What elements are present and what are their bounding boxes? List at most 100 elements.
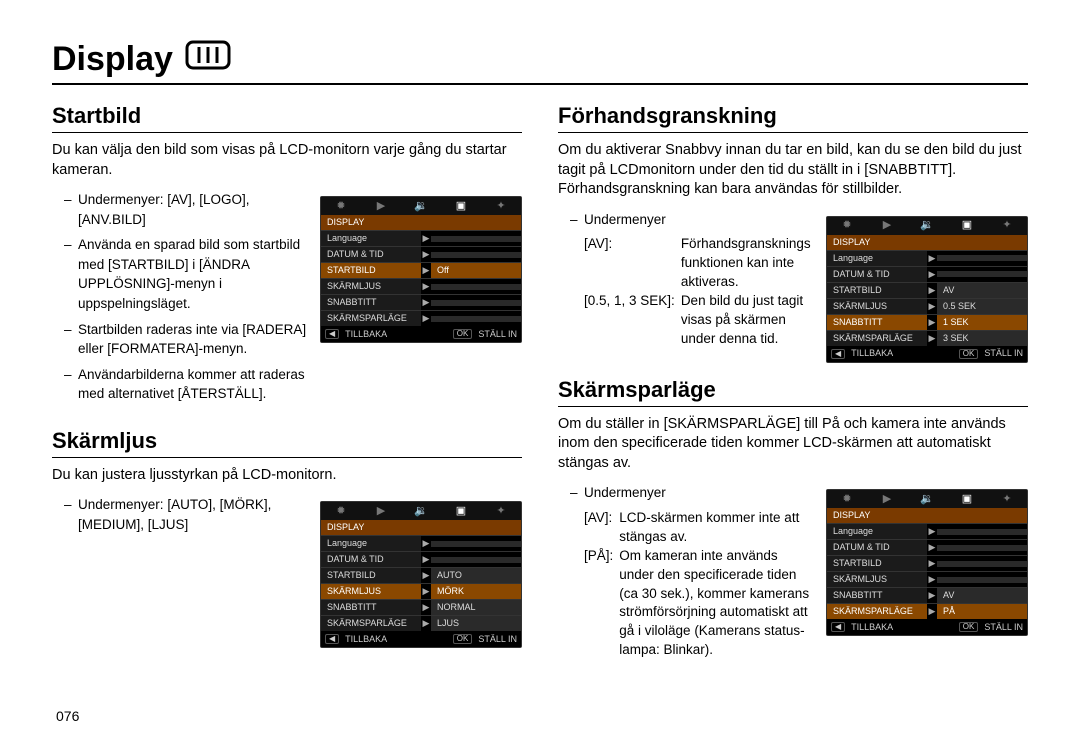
list-item: Undermenyer: [AUTO], [MÖRK], [MEDIUM], [… <box>64 495 308 534</box>
title-rule <box>52 83 1028 85</box>
chevron-right-icon: ▶ <box>421 266 431 275</box>
skarmljus-content: Undermenyer: [AUTO], [MÖRK], [MEDIUM], [… <box>52 495 522 648</box>
menu-label: STARTBILD <box>827 283 927 298</box>
chevron-right-icon: ▶ <box>927 270 937 279</box>
menu-row: STARTBILD▶Off <box>321 262 521 278</box>
tab-icon: ▶ <box>867 220 907 231</box>
menu-label: DATUM & TID <box>321 247 421 262</box>
menu-header: DISPLAY <box>321 520 521 535</box>
menu-label: DATUM & TID <box>827 267 927 282</box>
definition-list: [AV]:Förhandsgransknings funktionen kan … <box>584 235 814 348</box>
ok-key-icon: OK <box>959 349 979 359</box>
menu-label: SKÄRMLJUS <box>321 584 421 599</box>
tab-icon: ▣ <box>441 201 481 212</box>
def-key: [AV]: <box>584 235 675 292</box>
back-label: TILLBAKA <box>851 623 893 632</box>
menu-row: DATUM & TID▶ <box>827 539 1027 555</box>
menu-value: 1 SEK <box>937 315 1027 330</box>
menu-label: SNABBTITT <box>321 295 421 310</box>
menu-label: SKÄRMSPARLÄGE <box>827 604 927 619</box>
tab-icon: ▣ <box>441 506 481 517</box>
ok-key-icon: OK <box>959 622 979 632</box>
chevron-right-icon: ▶ <box>421 603 431 612</box>
tab-icon: ✹ <box>827 494 867 505</box>
menu-row: DATUM & TID▶ <box>321 551 521 567</box>
menu-label: STARTBILD <box>827 556 927 571</box>
chevron-right-icon: ▶ <box>927 318 937 327</box>
menu-row: Language▶ <box>827 250 1027 266</box>
right-column: Förhandsgranskning Om du aktiverar Snabb… <box>558 97 1028 660</box>
menu-label: SKÄRMLJUS <box>827 572 927 587</box>
chevron-right-icon: ▶ <box>421 555 431 564</box>
menu-value <box>937 545 1027 551</box>
menu-row: SNABBTITT▶NORMAL <box>321 599 521 615</box>
menu-row: SKÄRMSPARLÄGE▶3 SEK <box>827 330 1027 346</box>
chevron-right-icon: ▶ <box>927 543 937 552</box>
menu-label: STARTBILD <box>321 263 421 278</box>
menu-value: MÖRK <box>431 584 521 599</box>
menu-header: DISPLAY <box>321 215 521 230</box>
back-key-icon: ◀ <box>831 349 845 359</box>
menu-label: SKÄRMSPARLÄGE <box>321 616 421 631</box>
menu-row: SNABBTITT▶1 SEK <box>827 314 1027 330</box>
menu-label: Language <box>321 231 421 246</box>
menu-label: Language <box>827 251 927 266</box>
tab-icon: 🔉 <box>401 506 441 517</box>
menu-row: STARTBILD▶ <box>827 555 1027 571</box>
menu-footer: ◀TILLBAKAOKSTÄLL IN <box>827 346 1027 362</box>
skarmljus-text: Undermenyer: [AUTO], [MÖRK], [MEDIUM], [… <box>52 495 308 540</box>
menu-row: SKÄRMLJUS▶ <box>321 278 521 294</box>
menu-label: SKÄRMLJUS <box>827 299 927 314</box>
tab-icon: 🔉 <box>401 201 441 212</box>
page-number: 076 <box>56 708 79 724</box>
tab-icon: ▣ <box>947 220 987 231</box>
tab-icon: ▣ <box>947 494 987 505</box>
menu-label: STARTBILD <box>321 568 421 583</box>
menu-value <box>937 561 1027 567</box>
list-item: Användarbilderna kommer att raderas med … <box>64 365 308 404</box>
tab-icon: ✦ <box>987 220 1027 231</box>
def-value: Den bild du just tagit visas på skärmen … <box>681 292 814 349</box>
menu-value: AV <box>937 283 1027 298</box>
menu-value: PÅ <box>937 604 1027 619</box>
chevron-right-icon: ▶ <box>927 286 937 295</box>
def-value: LCD-skärmen kommer inte att stängas av. <box>619 509 814 547</box>
menu-row: SKÄRMLJUS▶0.5 SEK <box>827 298 1027 314</box>
list-item: Startbilden raderas inte via [RADERA] el… <box>64 320 308 359</box>
chevron-right-icon: ▶ <box>421 619 431 628</box>
list-item: Använda en sparad bild som startbild med… <box>64 235 308 313</box>
menu-screenshot-skarmspar: ✹▶🔉▣✦DISPLAYLanguage▶DATUM & TID▶STARTBI… <box>826 489 1028 636</box>
ok-label: STÄLL IN <box>984 623 1023 632</box>
tab-icon: ✹ <box>321 506 361 517</box>
chevron-right-icon: ▶ <box>927 559 937 568</box>
menu-value: Off <box>431 263 521 278</box>
chevron-right-icon: ▶ <box>927 527 937 536</box>
bullet-list: Undermenyer <box>570 210 814 230</box>
menu-row: SKÄRMLJUS▶MÖRK <box>321 583 521 599</box>
tab-icon: 🔉 <box>907 220 947 231</box>
chevron-right-icon: ▶ <box>421 314 431 323</box>
menu-row: Language▶ <box>321 535 521 551</box>
display-icon <box>185 40 231 79</box>
startbild-text: Undermenyer: [AV], [LOGO], [ANV.BILD] Anv… <box>52 190 308 410</box>
menu-row: SNABBTITT▶ <box>321 294 521 310</box>
heading-skarmljus: Skärmljus <box>52 428 522 454</box>
menu-row: SKÄRMSPARLÄGE▶LJUS <box>321 615 521 631</box>
chevron-right-icon: ▶ <box>421 571 431 580</box>
back-label: TILLBAKA <box>851 349 893 358</box>
tab-icon: ▶ <box>867 494 907 505</box>
menu-value <box>937 255 1027 261</box>
menu-label: SKÄRMSPARLÄGE <box>321 311 421 326</box>
menu-value <box>431 316 521 322</box>
menu-label: DATUM & TID <box>827 540 927 555</box>
menu-value <box>431 557 521 563</box>
back-key-icon: ◀ <box>831 622 845 632</box>
list-item: Undermenyer: [AV], [LOGO], [ANV.BILD] <box>64 190 308 229</box>
title-text: Display <box>52 40 173 79</box>
menu-value <box>431 252 521 258</box>
back-label: TILLBAKA <box>345 330 387 339</box>
menu-row: SNABBTITT▶AV <box>827 587 1027 603</box>
chevron-right-icon: ▶ <box>927 591 937 600</box>
def-key: [AV]: <box>584 509 613 547</box>
rule <box>52 132 522 133</box>
